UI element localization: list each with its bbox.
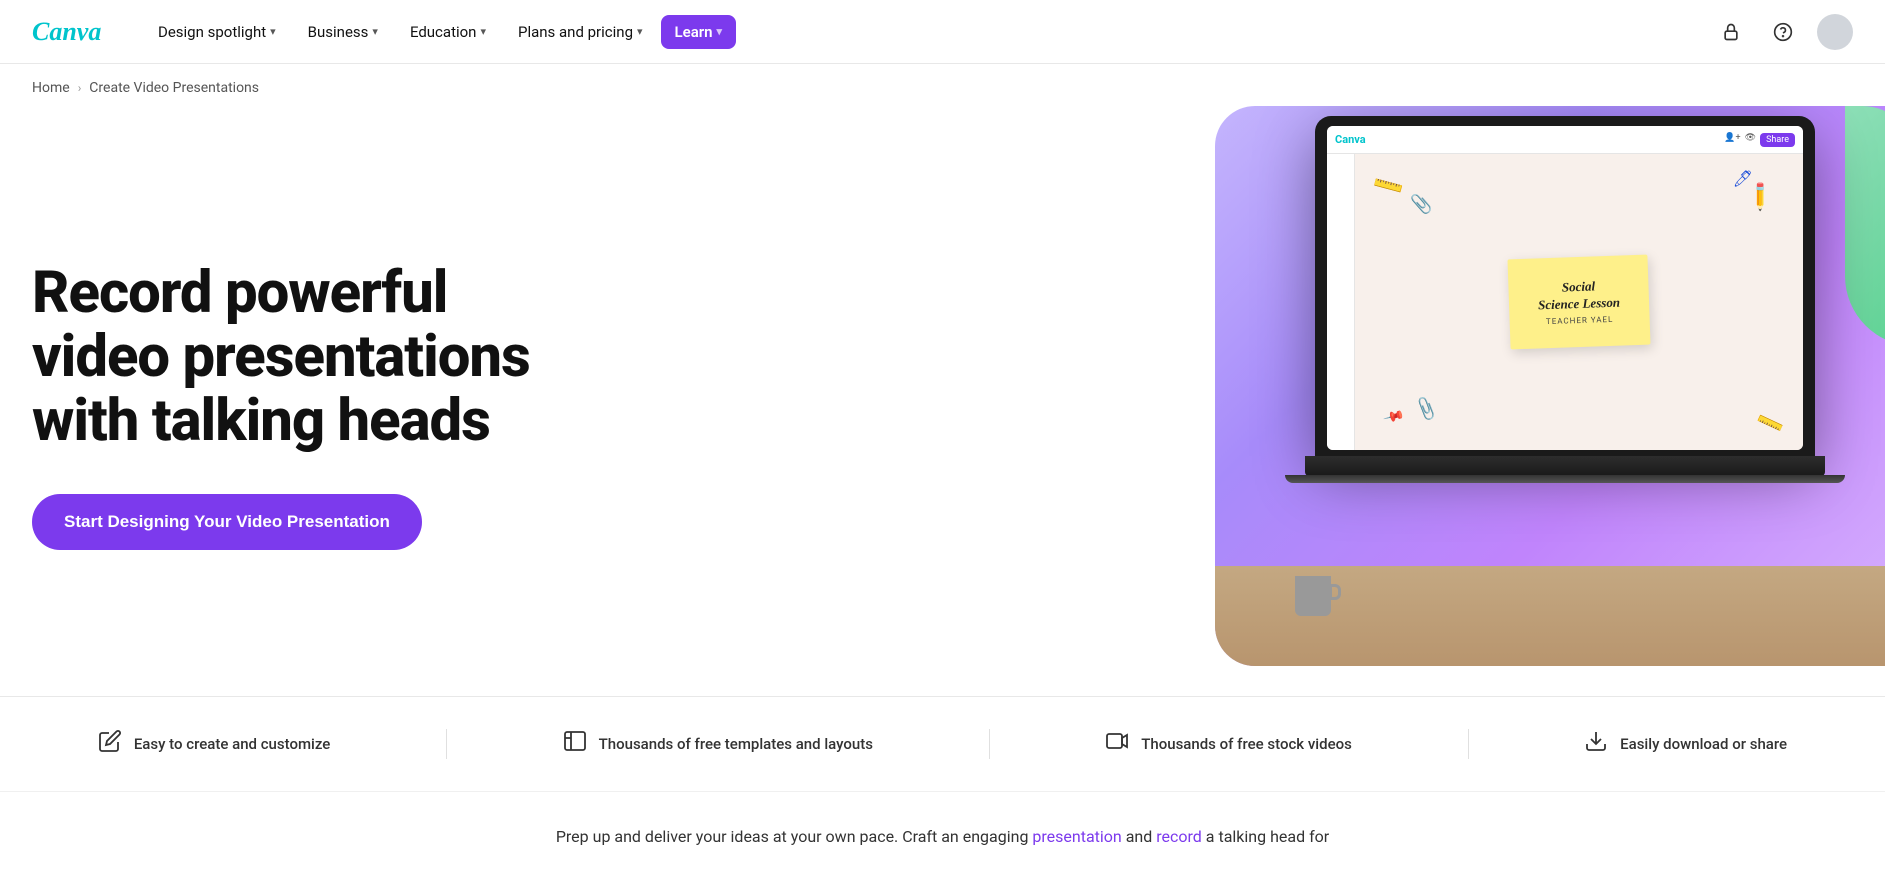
sticky-note: Social Science Lesson TEACHER YAEL [1507, 255, 1650, 350]
hero-image-container: Canva 👤+ 👁 Share 📏 [1215, 106, 1885, 666]
canva-logo[interactable]: Canva [32, 14, 112, 50]
canva-bar-right: 👤+ 👁 Share [1724, 133, 1795, 147]
feature-item-2: Thousands of free stock videos [1105, 729, 1352, 759]
feature-separator-2 [1468, 729, 1469, 759]
paperclip-decoration-2: 📎 [1412, 396, 1440, 423]
coffee-mug [1295, 576, 1331, 616]
features-strip: Easy to create and customize Thousands o… [0, 696, 1885, 791]
pencil-red-decoration: 📌 [1382, 406, 1405, 429]
laptop-mockup: Canva 👤+ 👁 Share 📏 [1285, 116, 1845, 596]
download-icon [1584, 729, 1608, 759]
video-icon [1105, 729, 1129, 759]
marker-decoration: 🖊 [1733, 169, 1753, 188]
chevron-down-icon: ▾ [717, 25, 723, 38]
feature-text-3: Easily download or share [1620, 735, 1787, 753]
breadcrumb: Home › Create Video Presentations [0, 64, 1885, 96]
feature-item-1: Thousands of free templates and layouts [563, 729, 873, 759]
cta-button[interactable]: Start Designing Your Video Presentation [32, 494, 422, 550]
feature-item-3: Easily download or share [1584, 729, 1787, 759]
canva-share-btn[interactable]: Share [1760, 133, 1795, 147]
hero-image-wrap: Canva 👤+ 👁 Share 📏 [1215, 96, 1885, 676]
ruler-blue-decoration: 📏 [1755, 407, 1787, 438]
plant-decoration [1845, 106, 1885, 346]
breadcrumb-separator: › [78, 81, 82, 95]
chevron-down-icon: ▾ [480, 25, 486, 38]
nav-item-plans-pricing[interactable]: Plans and pricing ▾ [504, 15, 657, 49]
sticky-note-subtitle: TEACHER YAEL [1546, 315, 1614, 326]
breadcrumb-current: Create Video Presentations [89, 80, 259, 96]
feature-text-2: Thousands of free stock videos [1141, 735, 1352, 753]
laptop-base [1305, 456, 1825, 476]
feature-text-0: Easy to create and customize [134, 735, 330, 753]
canva-sidebar [1327, 154, 1355, 450]
laptop-foot [1285, 475, 1845, 483]
canva-app-bar: Canva 👤+ 👁 Share [1327, 126, 1803, 154]
bottom-link-record[interactable]: record [1156, 827, 1202, 846]
edit-icon [98, 729, 122, 759]
feature-item-0: Easy to create and customize [98, 729, 330, 759]
nav-item-business[interactable]: Business ▾ [294, 15, 392, 49]
nav-item-learn[interactable]: Learn ▾ [661, 15, 737, 49]
sticky-note-title: Social Science Lesson [1537, 277, 1620, 314]
chevron-down-icon: ▾ [270, 25, 276, 38]
canva-logo-small: Canva [1335, 133, 1366, 146]
laptop-screen-outer: Canva 👤+ 👁 Share 📏 [1315, 116, 1815, 456]
feature-text-1: Thousands of free templates and layouts [599, 735, 873, 753]
feature-separator-1 [989, 729, 990, 759]
nav-right [1713, 14, 1853, 50]
nav-item-design-spotlight[interactable]: Design spotlight ▾ [144, 15, 290, 49]
ruler-red-decoration: 📏 [1371, 169, 1407, 204]
help-icon-button[interactable] [1765, 14, 1801, 50]
hero-content: Record powerful video presentations with… [32, 222, 1034, 549]
laptop-screen-inner: Canva 👤+ 👁 Share 📏 [1327, 126, 1803, 450]
feature-separator-0 [446, 729, 447, 759]
hero-title: Record powerful video presentations with… [32, 262, 994, 453]
avatar[interactable] [1817, 14, 1853, 50]
hero-section: Record powerful video presentations with… [0, 96, 1885, 676]
chevron-down-icon: ▾ [372, 25, 378, 38]
canva-canvas: 📏 📏 ✏️ 📎 📎 🖊 📌 Social [1355, 154, 1803, 450]
canva-main-area: 📏 📏 ✏️ 📎 📎 🖊 📌 Social [1327, 154, 1803, 450]
chevron-down-icon: ▾ [637, 25, 643, 38]
svg-text:Canva: Canva [32, 17, 101, 46]
paperclip-decoration-1: 📎 [1410, 194, 1432, 215]
lock-icon-button[interactable] [1713, 14, 1749, 50]
breadcrumb-home[interactable]: Home [32, 80, 70, 96]
nav-item-education[interactable]: Education ▾ [396, 15, 500, 49]
bottom-link-presentation[interactable]: presentation [1032, 827, 1121, 846]
nav-items: Design spotlight ▾ Business ▾ Education … [144, 15, 1713, 49]
bottom-text-before: Prep up and deliver your ideas at your o… [556, 827, 1029, 846]
templates-icon [563, 729, 587, 759]
navbar: Canva Design spotlight ▾ Business ▾ Educ… [0, 0, 1885, 64]
bottom-section: Prep up and deliver your ideas at your o… [0, 791, 1885, 882]
